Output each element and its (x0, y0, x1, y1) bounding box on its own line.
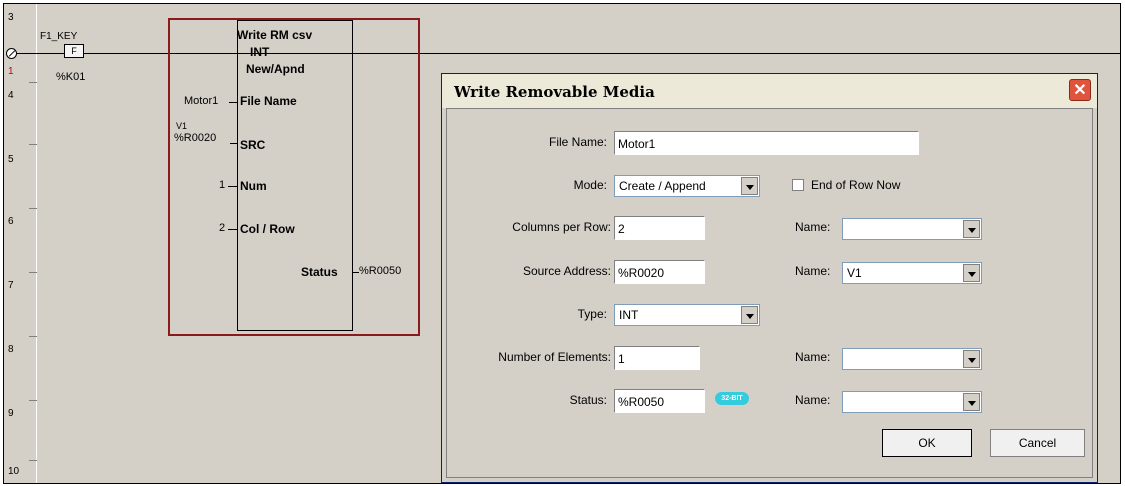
rung-number: 8 (8, 344, 14, 355)
rung-number: 6 (8, 216, 14, 227)
chevron-down-icon[interactable] (741, 177, 758, 195)
name-label: Name: (795, 350, 831, 364)
status-input[interactable]: %R0050 (614, 389, 705, 413)
status-label: Status: (569, 393, 607, 407)
source-name-select[interactable]: V1 (842, 262, 982, 284)
source-name-value: V1 (847, 266, 862, 280)
name-label: Name: (795, 393, 831, 407)
chevron-down-icon[interactable] (963, 350, 980, 368)
dialog-titlebar[interactable]: Write Removable Media ✕ (442, 74, 1097, 108)
rung-gutter: 3 1 4 5 6 7 8 9 10 (4, 4, 37, 483)
block-type: INT (250, 45, 270, 59)
rung-number: 10 (8, 466, 20, 477)
pin-file-name-value: Motor1 (184, 95, 219, 107)
pin-file-name-label: File Name (240, 94, 297, 108)
dialog-panel: File Name: Motor1 Mode: Create / Append … (446, 108, 1093, 478)
rung-number: 3 (8, 12, 14, 23)
rung-number: 4 (8, 90, 14, 101)
pin-num-label: Num (240, 179, 267, 193)
type-value: INT (619, 308, 639, 322)
name-label: Name: (795, 264, 831, 278)
rung-number: 5 (8, 154, 14, 165)
columns-per-row-label: Columns per Row: (512, 220, 611, 234)
type-select[interactable]: INT (614, 304, 760, 326)
pin-src-nickname: V1 (176, 121, 188, 131)
pin-col-row-value: 2 (219, 222, 226, 234)
chevron-down-icon[interactable] (963, 220, 980, 238)
dialog-title: Write Removable Media (454, 83, 655, 101)
pin-num-value: 1 (219, 179, 226, 191)
source-address-input[interactable]: %R0020 (614, 260, 705, 284)
status-name-select[interactable] (842, 391, 982, 413)
number-of-elements-input[interactable]: 1 (614, 346, 700, 370)
block-title: Write RM csv (237, 28, 313, 42)
chevron-down-icon[interactable] (963, 264, 980, 282)
contact-name: F1_KEY (40, 31, 78, 42)
source-address-label: Source Address: (522, 264, 611, 278)
elements-name-select[interactable] (842, 348, 982, 370)
pin-status-label: Status (301, 265, 338, 279)
close-icon[interactable]: ✕ (1069, 79, 1091, 101)
rung-number: 9 (8, 408, 14, 419)
rung-number: 7 (8, 280, 14, 291)
cancel-button[interactable]: Cancel (990, 429, 1085, 457)
pin-src-value: %R0020 (174, 132, 217, 144)
pin-src-label: SRC (240, 138, 266, 152)
contact-address: %K01 (56, 71, 86, 83)
mode-value: Create / Append (619, 179, 706, 193)
file-name-input[interactable]: Motor1 (614, 131, 919, 155)
number-of-elements-label: Number of Elements: (498, 350, 611, 364)
contact-symbol[interactable]: F (64, 44, 84, 58)
mode-select[interactable]: Create / Append (614, 175, 760, 197)
power-rail-icon[interactable] (6, 48, 17, 59)
end-of-row-label: End of Row Now (811, 178, 901, 192)
type-label: Type: (577, 307, 607, 321)
chevron-down-icon[interactable] (963, 393, 980, 411)
rung-marker: 1 (8, 66, 14, 77)
chevron-down-icon[interactable] (741, 306, 758, 324)
name-label: Name: (795, 220, 831, 234)
columns-per-row-input[interactable]: 2 (614, 216, 705, 240)
write-removable-media-dialog: Write Removable Media ✕ File Name: Motor… (441, 73, 1098, 483)
file-name-label: File Name: (548, 135, 607, 149)
block-mode: New/Apnd (246, 62, 305, 76)
ok-button[interactable]: OK (882, 429, 972, 457)
end-of-row-checkbox[interactable] (792, 179, 804, 191)
columns-name-select[interactable] (842, 218, 982, 240)
pin-col-row-label: Col / Row (240, 222, 295, 236)
32-bit-badge[interactable]: 32-BIT (715, 392, 749, 405)
pin-status-value: %R0050 (359, 265, 402, 277)
mode-label: Mode: (573, 178, 607, 192)
